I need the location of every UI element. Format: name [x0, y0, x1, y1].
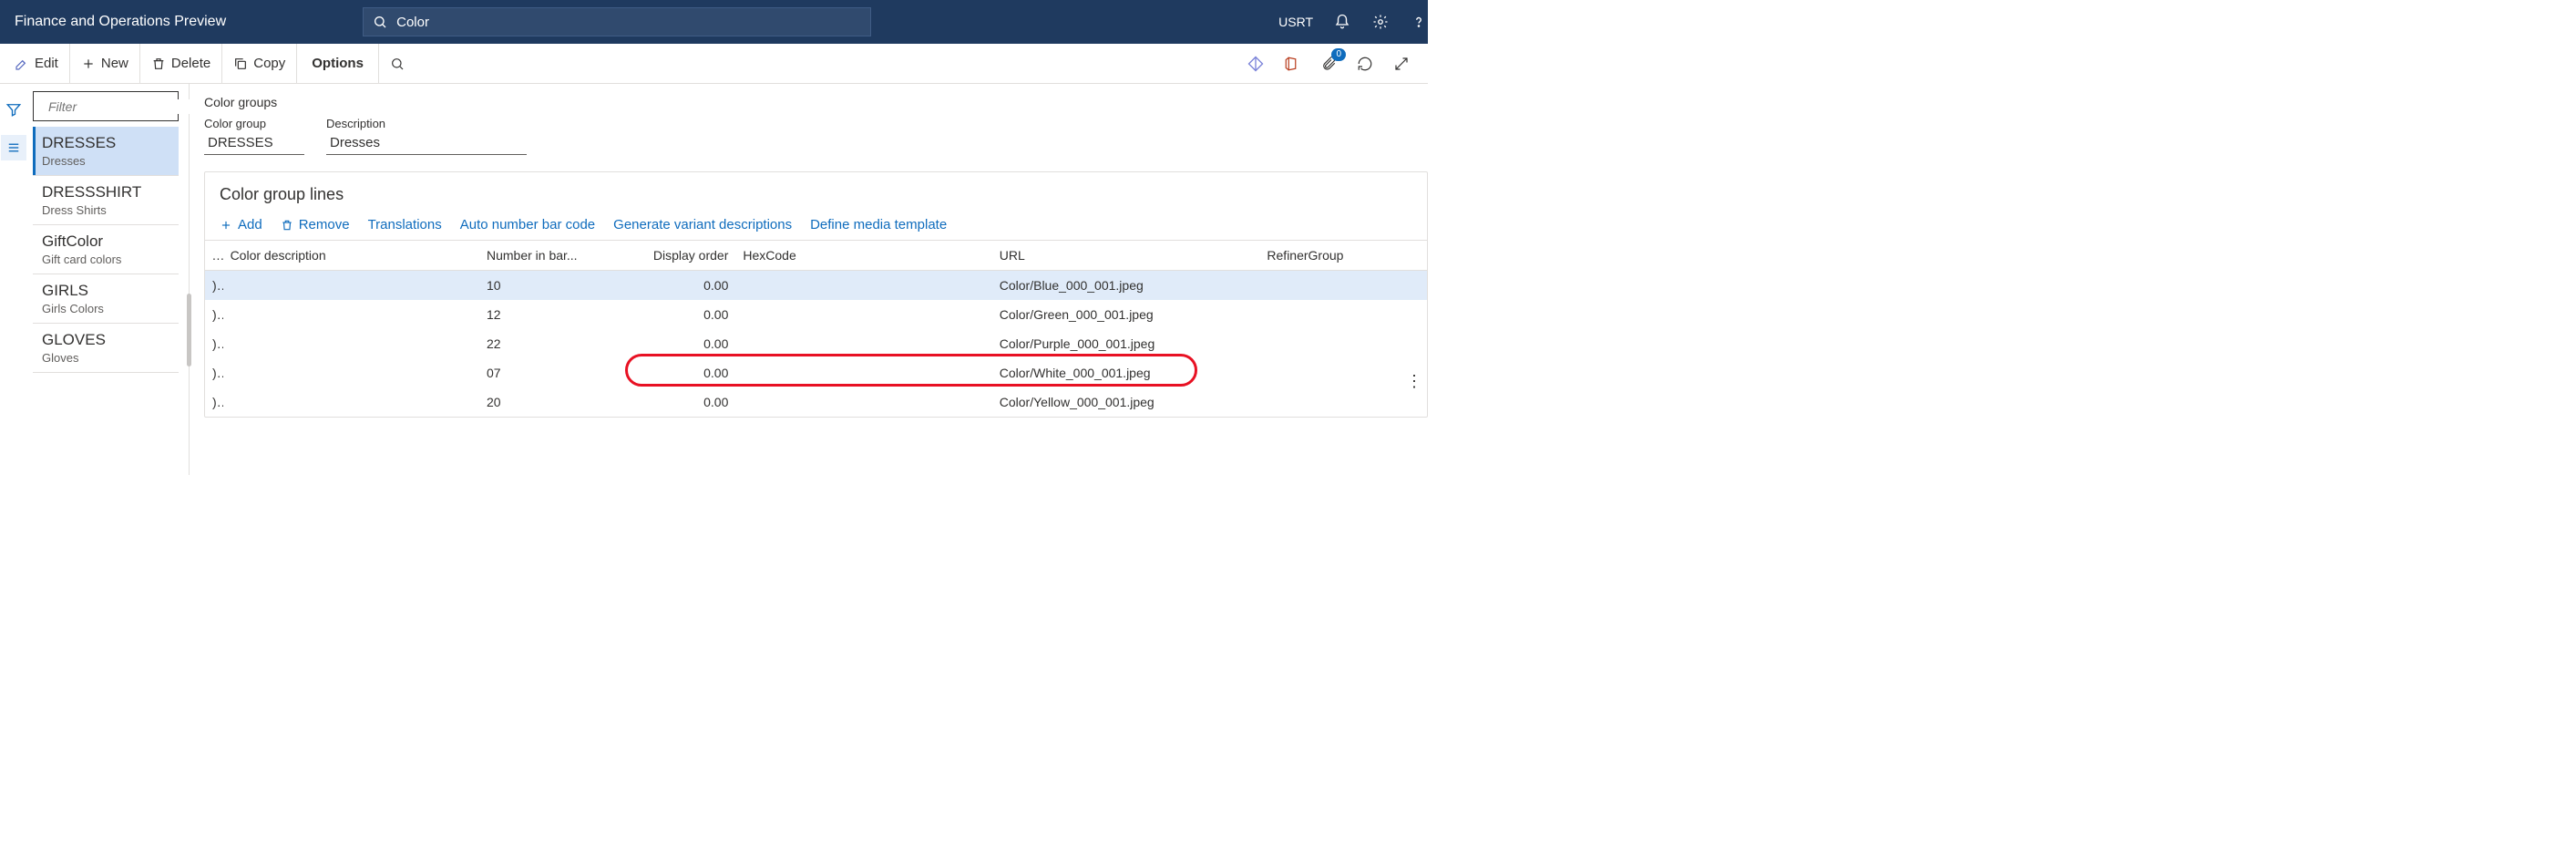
description-label: Description — [326, 117, 527, 130]
list-item-title: GiftColor — [42, 232, 169, 251]
list-item-title: GLOVES — [42, 331, 169, 349]
list-item-title: DRESSSHIRT — [42, 183, 169, 201]
lines-grid: . Color description Number in bar... Dis… — [205, 240, 1427, 417]
attachments-button[interactable]: 0 — [1319, 54, 1339, 74]
popout-icon[interactable] — [1391, 54, 1411, 74]
list-item-girls[interactable]: GIRLS Girls Colors — [33, 274, 179, 324]
search-icon — [390, 57, 405, 71]
generate-variant-button[interactable]: Generate variant descriptions — [613, 217, 792, 232]
copy-label: Copy — [253, 56, 285, 71]
list-item-sub: Gift card colors — [42, 253, 169, 266]
delete-label: Delete — [171, 56, 210, 71]
list-item-title: GIRLS — [42, 282, 169, 300]
auto-number-button[interactable]: Auto number bar code — [460, 217, 595, 232]
col-number-in-bar[interactable]: Number in bar... — [479, 241, 624, 271]
related-info-toggle[interactable] — [1, 135, 26, 160]
action-bar: Edit New Delete Copy Options — [0, 44, 1428, 84]
remove-line-button[interactable]: Remove — [281, 217, 350, 232]
table-row[interactable]: ) 10 0.00 Color/Blue_000_001.jpeg — [205, 271, 1427, 301]
bell-icon[interactable] — [1333, 13, 1351, 31]
office-icon[interactable] — [1282, 54, 1302, 74]
list-item-dresses[interactable]: DRESSES Dresses — [33, 127, 179, 176]
options-label: Options — [312, 56, 364, 71]
funnel-icon — [5, 101, 22, 118]
app-title: Finance and Operations Preview — [15, 14, 226, 30]
diamond-icon[interactable] — [1246, 54, 1266, 74]
edit-label: Edit — [35, 56, 58, 71]
left-rail — [0, 84, 27, 475]
global-search-input[interactable] — [396, 15, 861, 30]
list-item-title: DRESSES — [42, 134, 169, 152]
table-row[interactable]: ) 22 0.00 Color/Purple_000_001.jpeg — [205, 329, 1427, 358]
remove-label: Remove — [299, 217, 350, 232]
list-item-sub: Girls Colors — [42, 302, 169, 315]
user-label[interactable]: USRT — [1278, 15, 1313, 29]
delete-button[interactable]: Delete — [140, 44, 222, 84]
lines-card: Color group lines Add Remove Translation… — [204, 171, 1428, 418]
list-item-giftcolor[interactable]: GiftColor Gift card colors — [33, 225, 179, 274]
table-row[interactable]: ) 20 0.00 Color/Yellow_000_001.jpeg — [205, 387, 1427, 417]
table-row[interactable]: ) 12 0.00 Color/Green_000_001.jpeg — [205, 300, 1427, 329]
options-button[interactable]: Options — [296, 44, 379, 84]
col-refiner-group[interactable]: RefinerGroup — [1259, 241, 1427, 271]
define-media-button[interactable]: Define media template — [810, 217, 947, 232]
list-item-sub: Gloves — [42, 351, 169, 365]
col-row-marker[interactable]: . — [205, 241, 223, 271]
refresh-icon[interactable] — [1355, 54, 1375, 74]
list-filter[interactable] — [33, 91, 179, 121]
new-label: New — [101, 56, 128, 71]
list-item-dressshirt[interactable]: DRESSSHIRT Dress Shirts — [33, 176, 179, 225]
main-content: Color groups Color group DRESSES Descrip… — [190, 84, 1428, 475]
add-line-button[interactable]: Add — [220, 217, 262, 232]
col-hexcode[interactable]: HexCode — [735, 241, 991, 271]
filter-pane-toggle[interactable] — [1, 97, 26, 122]
add-label: Add — [238, 217, 262, 232]
action-search-button[interactable] — [379, 44, 416, 84]
color-group-label: Color group — [204, 117, 304, 130]
list-item-gloves[interactable]: GLOVES Gloves — [33, 324, 179, 373]
record-list-pane: DRESSES Dresses DRESSSHIRT Dress Shirts … — [27, 84, 184, 373]
attachments-badge: 0 — [1331, 48, 1346, 61]
color-group-value[interactable]: DRESSES — [204, 133, 304, 155]
new-button[interactable]: New — [70, 44, 140, 84]
more-columns-icon[interactable]: ⋮ — [1406, 372, 1422, 391]
edit-button[interactable]: Edit — [4, 44, 70, 84]
translations-button[interactable]: Translations — [368, 217, 442, 232]
list-item-sub: Dresses — [42, 154, 169, 168]
search-icon — [373, 15, 387, 29]
list-item-sub: Dress Shirts — [42, 203, 169, 217]
col-url[interactable]: URL — [992, 241, 1260, 271]
list-icon — [5, 139, 22, 156]
table-row[interactable]: ) 07 0.00 Color/White_000_001.jpeg — [205, 358, 1427, 387]
help-icon[interactable] — [1410, 13, 1428, 31]
page-title: Color groups — [204, 95, 1428, 109]
description-value[interactable]: Dresses — [326, 133, 527, 155]
copy-button[interactable]: Copy — [222, 44, 296, 84]
col-display-order[interactable]: Display order — [624, 241, 735, 271]
top-nav-bar: Finance and Operations Preview USRT — [0, 0, 1428, 44]
gear-icon[interactable] — [1371, 13, 1390, 31]
col-color-description[interactable]: Color description — [223, 241, 479, 271]
lines-title: Color group lines — [205, 172, 1427, 213]
global-search[interactable] — [363, 7, 871, 36]
